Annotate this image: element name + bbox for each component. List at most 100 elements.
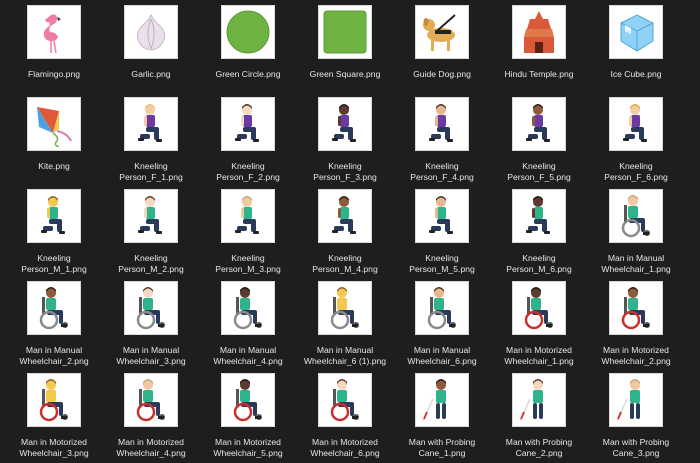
file-item[interactable]: Kneeling Person_F_1.png xyxy=(102,97,200,183)
file-item[interactable]: Kneeling Person_F_6.png xyxy=(587,97,685,183)
garlic-icon xyxy=(137,13,165,51)
file-thumbnail[interactable] xyxy=(415,281,469,335)
file-item[interactable]: Man with Probing Cane_1.png xyxy=(393,373,491,459)
file-item[interactable]: Kneeling Person_M_5.png xyxy=(393,189,491,275)
file-name: Green Square.png xyxy=(309,69,381,79)
file-thumbnail[interactable] xyxy=(124,373,178,427)
file-thumbnail[interactable] xyxy=(124,189,178,243)
file-thumbnail[interactable] xyxy=(27,97,81,151)
file-item[interactable]: Man in Manual Wheelchair_3.png xyxy=(102,281,200,367)
file-thumbnail[interactable] xyxy=(609,5,663,59)
file-item[interactable]: Man in Manual Wheelchair_1.png xyxy=(587,189,685,275)
file-item[interactable]: Man in Motorized Wheelchair_2.png xyxy=(587,281,685,367)
file-thumbnail[interactable] xyxy=(27,189,81,243)
file-item[interactable]: Man in Manual Wheelchair_6.png xyxy=(393,281,491,367)
file-thumbnail[interactable] xyxy=(124,97,178,151)
file-thumbnail[interactable] xyxy=(512,97,566,151)
file-thumbnail[interactable] xyxy=(609,97,663,151)
file-name: Man in Motorized Wheelchair_3.png xyxy=(19,437,89,458)
file-thumbnail[interactable] xyxy=(221,97,275,151)
file-name: Guide Dog.png xyxy=(413,69,471,79)
file-item[interactable]: Ice Cube.png xyxy=(587,5,685,80)
file-item[interactable]: Flamingo.png xyxy=(5,5,103,80)
file-item[interactable]: Green Square.png xyxy=(296,5,394,80)
file-name: Hindu Temple.png xyxy=(504,69,574,79)
file-thumbnail[interactable] xyxy=(318,373,372,427)
file-item[interactable]: Man in Motorized Wheelchair_5.png xyxy=(199,373,297,459)
file-item[interactable]: Kneeling Person_M_1.png xyxy=(5,189,103,275)
file-item[interactable]: Kneeling Person_M_6.png xyxy=(490,189,588,275)
man-manual-wheelchair-icon xyxy=(427,287,456,330)
file-item[interactable]: Man with Probing Cane_2.png xyxy=(490,373,588,459)
file-item[interactable]: Kneeling Person_M_4.png xyxy=(296,189,394,275)
man-probing-cane-icon xyxy=(616,379,640,422)
file-item[interactable]: Kneeling Person_F_4.png xyxy=(393,97,491,183)
file-item[interactable]: Kneeling Person_M_2.png xyxy=(102,189,200,275)
file-item[interactable]: Man in Manual Wheelchair_2.png xyxy=(5,281,103,367)
file-thumbnail[interactable] xyxy=(221,373,275,427)
file-item[interactable]: Garlic.png xyxy=(102,5,200,80)
file-thumbnail[interactable] xyxy=(318,281,372,335)
file-thumbnail[interactable] xyxy=(124,281,178,335)
file-thumbnail[interactable] xyxy=(512,189,566,243)
file-item[interactable]: Man in Motorized Wheelchair_1.png xyxy=(490,281,588,367)
file-thumbnail[interactable] xyxy=(318,97,372,151)
kneeling-woman-icon xyxy=(429,104,453,142)
file-thumbnail[interactable] xyxy=(27,281,81,335)
file-item[interactable]: Man in Motorized Wheelchair_3.png xyxy=(5,373,103,459)
file-thumbnail[interactable] xyxy=(512,373,566,427)
kneeling-man-icon xyxy=(526,196,550,234)
file-thumbnail[interactable] xyxy=(609,373,663,427)
file-name: Kneeling Person_M_2.png xyxy=(118,253,184,274)
file-thumbnail[interactable] xyxy=(27,373,81,427)
file-thumbnail[interactable] xyxy=(512,281,566,335)
file-name: Kite.png xyxy=(38,161,70,171)
file-name: Kneeling Person_M_5.png xyxy=(409,253,475,274)
file-item[interactable]: Kneeling Person_M_3.png xyxy=(199,189,297,275)
file-item[interactable]: Green Circle.png xyxy=(199,5,297,80)
kneeling-man-icon xyxy=(138,196,162,234)
file-thumbnail[interactable] xyxy=(415,5,469,59)
file-name: Man in Motorized Wheelchair_5.png xyxy=(213,437,283,458)
file-thumbnail[interactable] xyxy=(318,189,372,243)
file-item[interactable]: Kite.png xyxy=(5,97,103,172)
file-item[interactable]: Man in Manual Wheelchair_6 (1).png xyxy=(296,281,394,367)
file-item[interactable]: Guide Dog.png xyxy=(393,5,491,80)
file-thumbnail[interactable] xyxy=(27,5,81,59)
kite-icon xyxy=(37,107,72,147)
file-item[interactable]: Man in Motorized Wheelchair_4.png xyxy=(102,373,200,459)
man-probing-cane-icon xyxy=(422,379,446,422)
file-thumbnail[interactable] xyxy=(221,5,275,59)
file-name: Kneeling Person_F_3.png xyxy=(313,161,377,182)
file-thumbnail[interactable] xyxy=(221,281,275,335)
flamingo-icon xyxy=(43,14,61,54)
file-thumbnail[interactable] xyxy=(415,97,469,151)
file-thumbnail[interactable] xyxy=(609,281,663,335)
man-motorized-wheelchair-icon xyxy=(136,379,165,422)
file-thumbnail[interactable] xyxy=(221,189,275,243)
file-name: Kneeling Person_F_4.png xyxy=(410,161,474,182)
file-item[interactable]: Man in Motorized Wheelchair_6.png xyxy=(296,373,394,459)
file-thumbnail[interactable] xyxy=(415,189,469,243)
file-thumbnail[interactable] xyxy=(609,189,663,243)
file-item[interactable]: Kneeling Person_F_2.png xyxy=(199,97,297,183)
file-thumbnail[interactable] xyxy=(124,5,178,59)
kneeling-woman-icon xyxy=(332,104,356,142)
kneeling-woman-icon xyxy=(526,104,550,142)
file-item[interactable]: Kneeling Person_F_3.png xyxy=(296,97,394,183)
kneeling-woman-icon xyxy=(623,104,647,142)
file-grid: Flamingo.png Garlic.png Green Circle.png G… xyxy=(0,0,700,463)
file-name: Flamingo.png xyxy=(27,69,81,79)
file-thumbnail[interactable] xyxy=(512,5,566,59)
man-motorized-wheelchair-icon xyxy=(524,287,553,330)
file-name: Man in Manual Wheelchair_6.png xyxy=(407,345,477,366)
file-item[interactable]: Hindu Temple.png xyxy=(490,5,588,80)
man-manual-wheelchair-icon xyxy=(136,287,165,330)
kneeling-woman-icon xyxy=(138,104,162,142)
file-item[interactable]: Kneeling Person_F_5.png xyxy=(490,97,588,183)
file-thumbnail[interactable] xyxy=(415,373,469,427)
file-name: Man in Manual Wheelchair_6 (1).png xyxy=(303,345,387,366)
file-item[interactable]: Man in Manual Wheelchair_4.png xyxy=(199,281,297,367)
file-item[interactable]: Man with Probing Cane_3.png xyxy=(587,373,685,459)
file-thumbnail[interactable] xyxy=(318,5,372,59)
